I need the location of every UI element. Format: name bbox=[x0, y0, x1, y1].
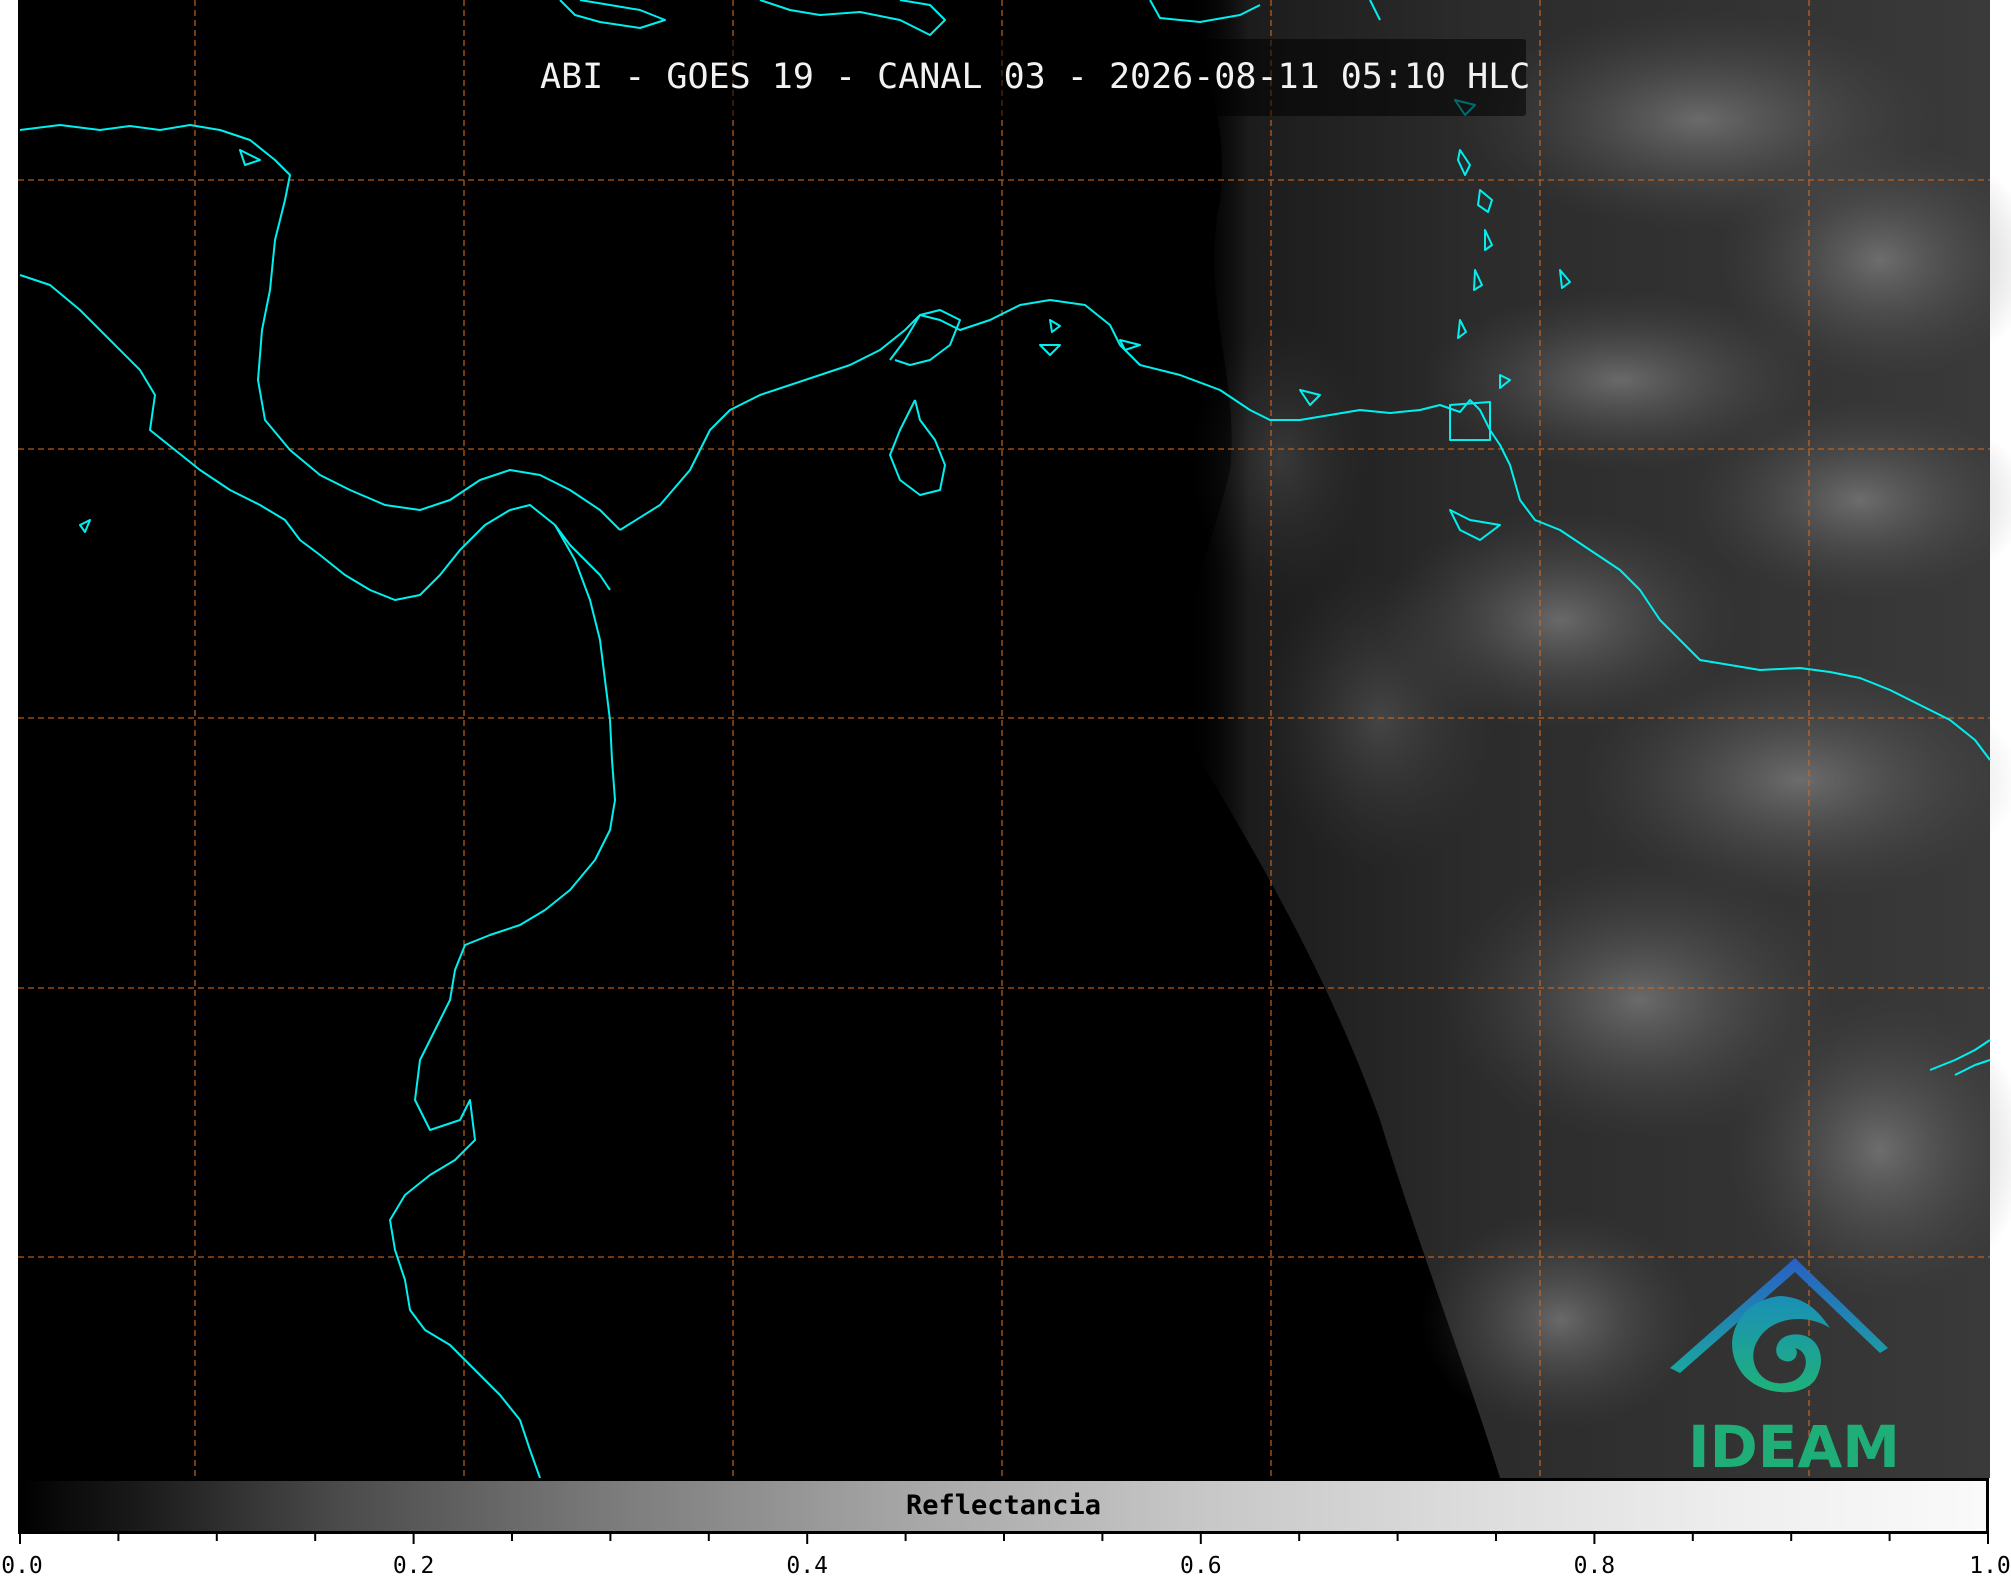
colorbar-tick-label: 0.8 bbox=[1573, 1553, 1616, 1579]
map-title: ABI - GOES 19 - CANAL 03 - 2026-08-11 05… bbox=[540, 57, 1531, 97]
satellite-map bbox=[18, 0, 2011, 1479]
colorbar-tick-label: 0.2 bbox=[392, 1553, 435, 1579]
colorbar-tick-label: 1.0 bbox=[1969, 1553, 2011, 1579]
colorbar-tick-label: 0.0 bbox=[1, 1553, 43, 1579]
colorbar-tick-label: 0.6 bbox=[1180, 1553, 1222, 1579]
colorbar-label: Reflectancia bbox=[905, 1490, 1102, 1521]
colorbar-ticks bbox=[19, 1532, 1989, 1544]
ideam-logo-text: IDEAM bbox=[1688, 1413, 1900, 1481]
colorbar-tick-label: 0.4 bbox=[786, 1553, 828, 1579]
